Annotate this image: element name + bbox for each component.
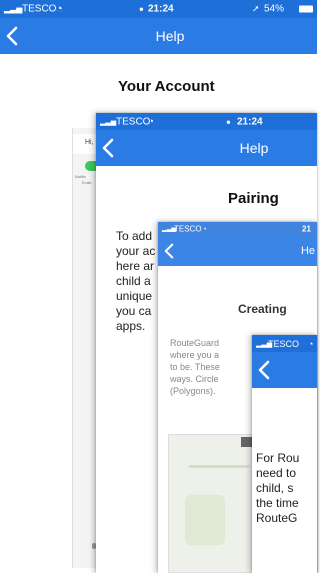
help-screen-timing: ▂▃▅ TESCO ◔ For Rou need to child, s the…	[252, 335, 317, 573]
body-line: ways. Circle	[170, 374, 219, 384]
status-bar: ▂▃▅ TESCO ◔ ● 21:24	[96, 113, 317, 130]
battery-icon	[299, 5, 313, 13]
back-chevron-icon[interactable]	[6, 26, 18, 46]
back-chevron-icon[interactable]	[258, 360, 270, 380]
status-bar: ▂▃▅ TESCO ◔	[252, 335, 317, 352]
carrier-label: TESCO	[268, 338, 300, 349]
body-line: RouteGuard	[170, 338, 220, 348]
map-park	[185, 495, 225, 545]
nav-title: He	[300, 245, 316, 257]
carrier-label: TESCO	[174, 224, 202, 234]
back-chevron-icon[interactable]	[102, 138, 114, 158]
thumb-greeting: Hi,	[85, 139, 94, 146]
body-line: the time	[256, 496, 299, 510]
body-line: (Polygons).	[170, 386, 216, 396]
battery-percent: 54%	[264, 3, 285, 15]
signal-icon: ▂▃▅	[4, 4, 23, 14]
wifi-icon: ◔	[56, 3, 63, 15]
nav-bar: Help	[96, 130, 317, 166]
alarm-dot-icon: ●	[226, 117, 231, 126]
nav-bar: Help	[0, 18, 317, 54]
nav-title: Help	[155, 28, 185, 44]
page-heading: Pairing	[228, 190, 279, 207]
time-label: 21	[302, 224, 311, 234]
carrier-label: TESCO	[22, 3, 57, 15]
nav-bar	[252, 352, 317, 388]
status-bar: ▂▃▅ TESCO ◔ 21:24 ● ➚ 54%	[0, 0, 317, 18]
page-heading: Creating	[238, 302, 287, 316]
nav-bar: He	[158, 236, 317, 266]
map-road	[189, 465, 249, 468]
location-arrow-icon: ➚	[252, 3, 260, 14]
alarm-dot-icon: ●	[139, 4, 144, 14]
wifi-icon: ◔	[308, 338, 314, 349]
body-line: For Rou	[256, 451, 300, 465]
map-thumbnail	[168, 434, 258, 573]
time-label: 21:24	[237, 116, 263, 127]
carrier-label: TESCO	[116, 116, 151, 127]
body-line: RouteG	[256, 511, 298, 525]
status-bar: ▂▃▅ TESCO ◔ 21	[158, 222, 317, 236]
wifi-icon: ◔	[202, 224, 207, 234]
body-line: child, s	[256, 481, 294, 495]
body-line: where you a	[170, 350, 220, 360]
body-line: need to	[256, 466, 297, 480]
thumb-line-1: Notific	[75, 174, 87, 179]
wifi-icon: ◔	[148, 116, 155, 127]
nav-title: Help	[239, 140, 269, 156]
time-label: 21:24	[148, 3, 174, 15]
body-line: to be. These	[170, 362, 220, 372]
signal-icon: ▂▃▅	[100, 118, 117, 126]
page-heading: Your Account	[118, 78, 215, 95]
back-chevron-icon[interactable]	[164, 243, 174, 259]
thumb-line-2: Enab	[82, 180, 92, 185]
